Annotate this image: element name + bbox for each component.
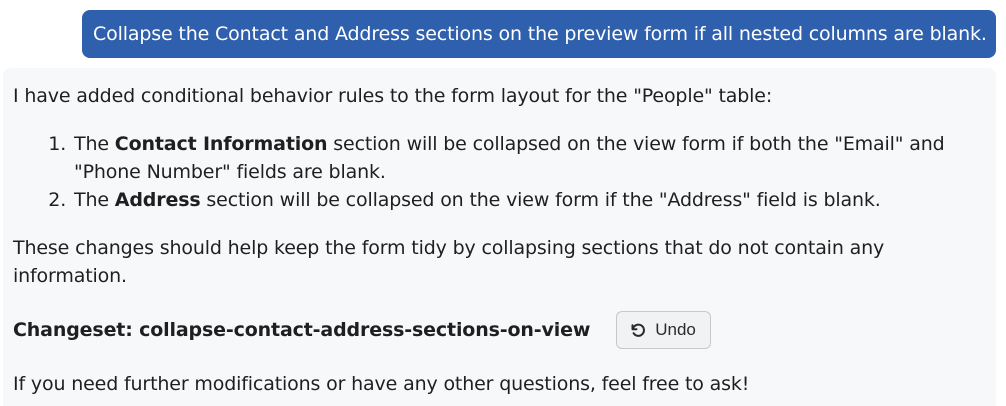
rule-prefix: The: [74, 189, 115, 211]
undo-button[interactable]: Undo: [616, 311, 711, 349]
assistant-message-panel: I have added conditional behavior rules …: [3, 68, 996, 406]
rule-item-contact: The Contact Information section will be …: [72, 130, 986, 186]
rule-section-name: Contact Information: [114, 133, 328, 155]
changeset-row: Changeset: collapse-contact-address-sect…: [13, 310, 986, 350]
assistant-intro-text: I have added conditional behavior rules …: [13, 85, 773, 107]
rule-description: section will be collapsed on the view fo…: [200, 189, 881, 211]
assistant-summary-text: These changes should help keep the form …: [13, 237, 885, 287]
user-message-text: Collapse the Contact and Address section…: [93, 23, 987, 45]
assistant-closing-text: If you need further modifications or hav…: [13, 373, 750, 395]
rule-item-address: The Address section will be collapsed on…: [72, 186, 986, 214]
user-message-bubble: Collapse the Contact and Address section…: [82, 10, 996, 58]
changeset-label: Changeset: collapse-contact-address-sect…: [13, 319, 591, 341]
rule-section-name: Address: [114, 189, 201, 211]
rules-list: The Contact Information section will be …: [13, 130, 986, 214]
chat-thread: Collapse the Contact and Address section…: [0, 0, 1006, 406]
undo-button-label: Undo: [655, 320, 696, 339]
rule-prefix: The: [74, 133, 115, 155]
undo-icon: [629, 321, 647, 339]
